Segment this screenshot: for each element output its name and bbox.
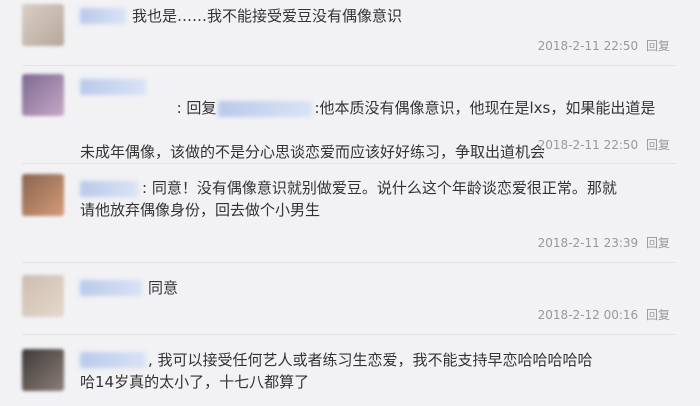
comment-item: 我也是……我不能接受爱豆没有偶像意识 2018-2-11 22:50 回复: [0, 0, 700, 65]
timestamp: 2018-2-11 23:39: [537, 236, 639, 250]
comment-text-line2: 未成年偶像，该做的不是分心思谈恋爱而应该好好练习，争取出道机会: [80, 143, 546, 161]
comment-meta: 2018-2-11 22:50 回复: [538, 137, 670, 153]
timestamp: 2018-2-11 22:50: [537, 138, 639, 152]
comment-item: : 同意！没有偶像意识就别做爱豆。说什么这个年龄谈恋爱很正常。那就 请他放弃偶像…: [0, 164, 700, 262]
timestamp: 2018-2-12 00:16: [537, 308, 639, 322]
comment-item: : 回复 :他本质没有偶像意识，他现在是lxs，如果能出道是 未成年偶像，该做的不…: [0, 66, 700, 163]
comment-text-line1: :他本质没有偶像意识，他现在是lxs，如果能出道是: [314, 99, 656, 117]
avatar[interactable]: [22, 4, 64, 46]
comment-text: 我也是……我不能接受爱豆没有偶像意识: [132, 7, 403, 25]
comment-list: 我也是……我不能接受爱豆没有偶像意识 2018-2-11 22:50 回复 : …: [0, 0, 700, 406]
avatar[interactable]: [22, 349, 64, 391]
comment-item: 同意 2018-2-12 00:16 回复: [0, 263, 700, 334]
comment-text: : 同意！没有偶像意识就别做爱豆。说什么这个年龄谈恋爱很正常。那就 请他放弃偶像…: [80, 179, 617, 219]
comment-text: , 我可以接受任何艺人或者练习生恋爱，我不能支持早恋哈哈哈哈哈 哈14岁真的太小…: [80, 351, 593, 391]
avatar[interactable]: [22, 174, 64, 216]
comment-item: , 我可以接受任何艺人或者练习生恋爱，我不能支持早恋哈哈哈哈哈 哈14岁真的太小…: [0, 335, 700, 406]
reply-link[interactable]: 回复: [646, 308, 670, 322]
comment-meta: 2018-2-11 22:50 回复: [538, 38, 670, 54]
comment-meta: 2018-2-12 00:16 回复: [538, 307, 670, 323]
reply-prefix: : 回复: [176, 99, 217, 117]
reply-link[interactable]: 回复: [646, 39, 670, 53]
reply-target-username[interactable]: [218, 100, 313, 117]
reply-link[interactable]: 回复: [646, 138, 670, 152]
reply-link[interactable]: 回复: [646, 236, 670, 250]
avatar[interactable]: [22, 275, 64, 317]
comment-text: 同意: [148, 279, 179, 297]
avatar[interactable]: [22, 74, 64, 116]
timestamp: 2018-2-11 22:50: [537, 39, 639, 53]
comment-meta: 2018-2-11 23:39 回复: [538, 235, 670, 251]
